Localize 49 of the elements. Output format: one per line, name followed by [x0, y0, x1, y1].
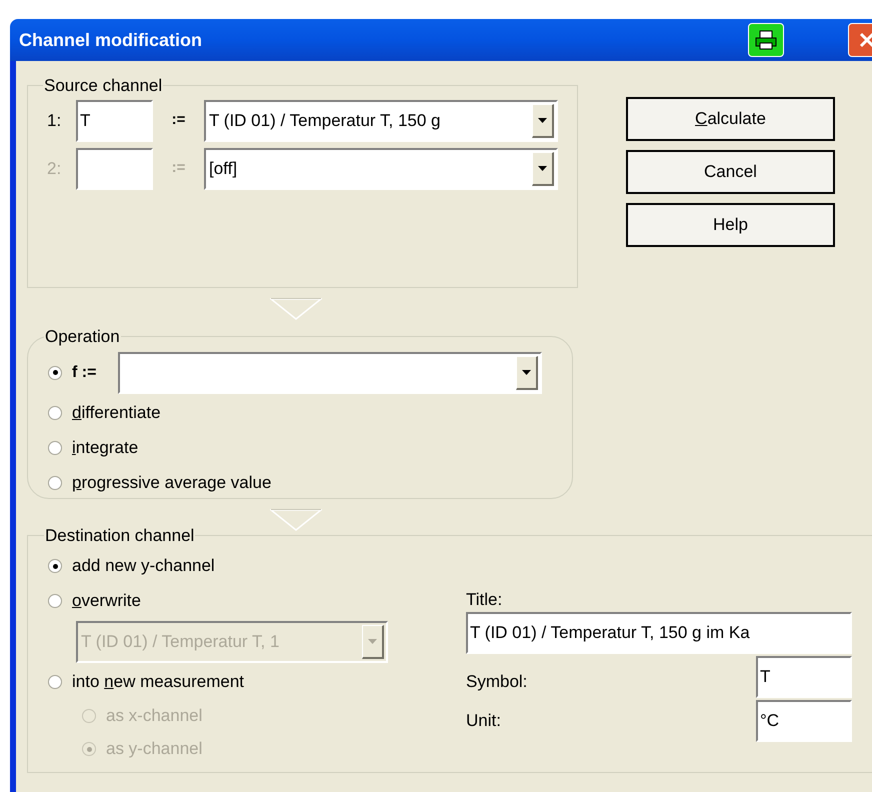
assign-symbol: :=: [170, 110, 186, 130]
printer-icon: [755, 30, 777, 50]
dropdown-button[interactable]: [516, 356, 538, 390]
dialog-button[interactable]: Cancel: [626, 150, 835, 194]
channel-number: 1:: [47, 110, 62, 132]
text-field[interactable]: T: [76, 100, 153, 142]
dialog-button[interactable]: Calculate: [626, 97, 835, 141]
option-label: progressive average value: [72, 472, 272, 494]
radio-button[interactable]: [48, 406, 62, 420]
caret-icon: [522, 370, 531, 374]
option-label: as x-channel: [106, 705, 202, 728]
radio-button[interactable]: [48, 559, 62, 573]
triangle-icon: [270, 509, 322, 531]
text-field[interactable]: °C: [756, 700, 852, 742]
option-label: overwrite: [72, 590, 141, 612]
close-icon: [858, 31, 872, 49]
title-label: Title:: [466, 588, 504, 610]
caret-icon: [368, 638, 377, 644]
text-field[interactable]: T: [756, 656, 852, 698]
option-label: differentiate: [72, 402, 161, 424]
caret-icon: [538, 118, 547, 122]
window-title: Channel modification: [19, 28, 204, 52]
dropdown-button[interactable]: [532, 152, 554, 186]
group-title: Operation: [44, 326, 121, 348]
radio-button[interactable]: [48, 675, 62, 689]
option-label: as y-channel: [106, 738, 202, 760]
dropdown-button[interactable]: [532, 104, 554, 138]
dropdown-field[interactable]: [118, 352, 542, 394]
option-label: into new measurement: [72, 671, 244, 694]
radio-button[interactable]: [48, 594, 62, 608]
dropdown-field[interactable]: T (ID 01) / Temperatur T, 150 g: [204, 100, 558, 142]
text-field[interactable]: T (ID 01) / Temperatur T, 150 g im Ka: [466, 612, 852, 654]
dialog-button[interactable]: Help: [626, 203, 835, 247]
option-label: add new y-channel: [72, 555, 215, 578]
option-label: integrate: [72, 437, 138, 460]
formula-label: f :=: [72, 362, 98, 382]
unit-label: Unit:: [466, 710, 501, 732]
radio-button[interactable]: [48, 366, 62, 380]
group-title: Source channel: [43, 75, 164, 97]
radio-button[interactable]: [48, 476, 62, 490]
print-button[interactable]: [748, 23, 784, 57]
symbol-label: Symbol:: [466, 670, 528, 693]
channel-number: 2:: [47, 158, 62, 180]
group-title: Destination channel: [44, 525, 196, 547]
caret-icon: [538, 166, 547, 170]
text-field[interactable]: [76, 148, 153, 190]
assign-symbol: :=: [170, 158, 186, 178]
radio-button[interactable]: [48, 441, 62, 455]
triangle-icon: [270, 298, 322, 320]
